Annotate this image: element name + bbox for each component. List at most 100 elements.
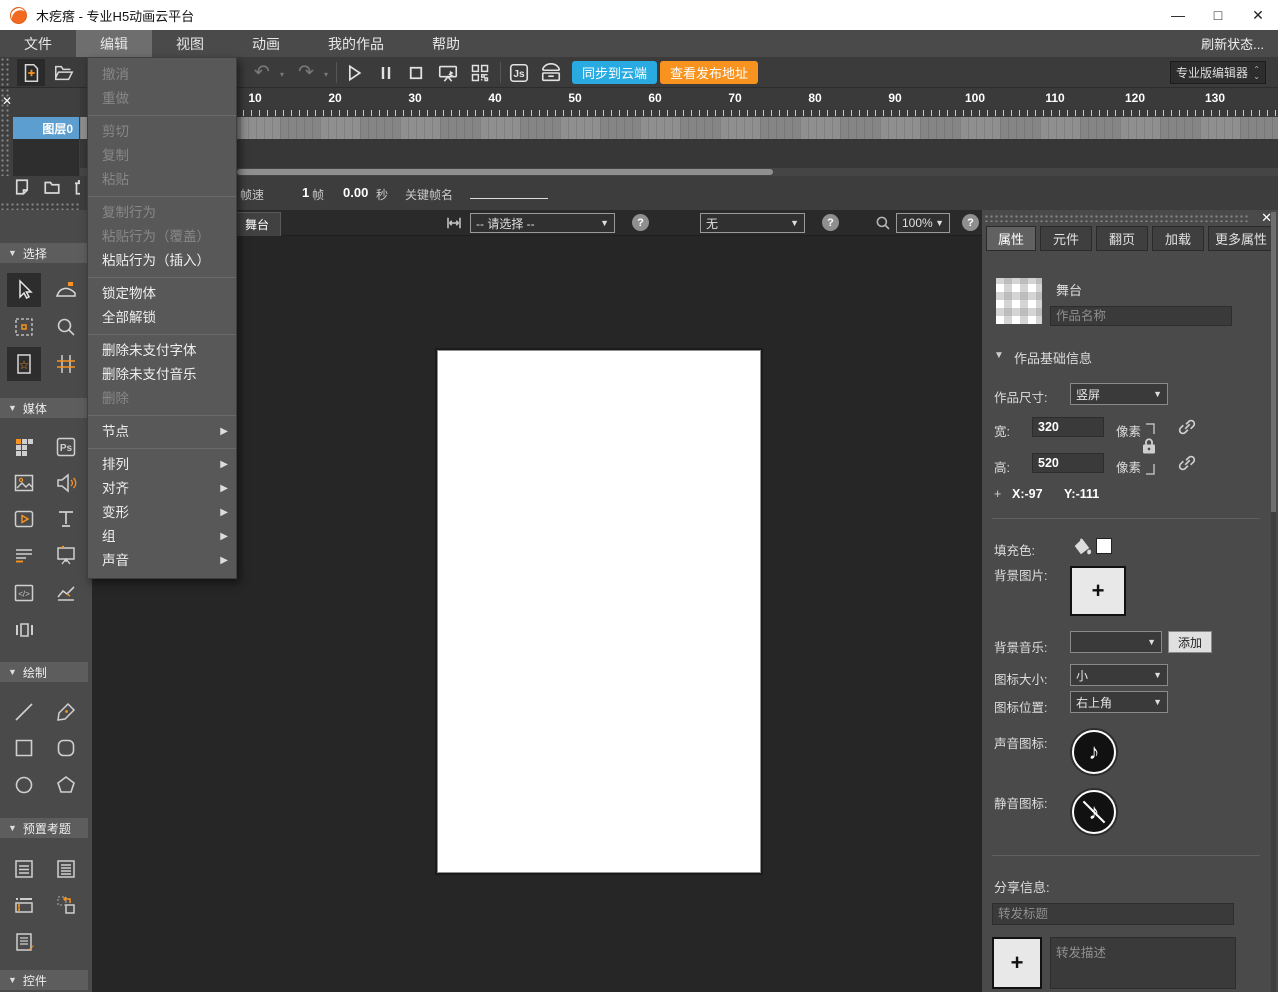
rounded-rect-tool[interactable] (49, 731, 83, 765)
chart-tool[interactable] (49, 576, 83, 610)
work-name-input[interactable] (1050, 306, 1232, 326)
timeline-frames-row[interactable] (80, 117, 1278, 139)
menu-item-copy[interactable]: 复制 (88, 144, 236, 168)
fill-color-swatch[interactable] (1096, 538, 1112, 554)
scene-select[interactable]: -- 请选择 -- ▼ (470, 213, 615, 233)
maximize-button[interactable]: □ (1198, 0, 1238, 30)
expand-position-icon[interactable]: + (994, 487, 1001, 501)
link-icon[interactable] (1176, 416, 1198, 438)
lock-icon[interactable] (1140, 436, 1158, 456)
menu-file[interactable]: 文件 (0, 30, 76, 57)
menu-item-redo[interactable]: 重做 (88, 87, 236, 111)
keyframe-name-input[interactable] (470, 198, 548, 199)
undo-dropdown-icon[interactable]: ▾ (280, 70, 284, 79)
link-icon[interactable] (1176, 452, 1198, 474)
section-preset-questions[interactable]: ▼ 预置考题 (0, 818, 88, 838)
menu-item-paste-behavior-overwrite[interactable]: 粘贴行为（覆盖） (88, 225, 236, 249)
menu-my-works[interactable]: 我的作品 (304, 30, 408, 57)
icon-size-select[interactable]: 小 ▼ (1070, 664, 1168, 686)
qr-code-button[interactable] (466, 59, 494, 86)
menu-item-copy-behavior[interactable]: 复制行为 (88, 201, 236, 225)
polygon-tool[interactable] (49, 768, 83, 802)
add-bg-image-button[interactable]: + (1070, 566, 1126, 616)
line-tool[interactable] (7, 695, 41, 729)
section-media[interactable]: ▼ 媒体 (0, 398, 88, 418)
marquee-tool[interactable] (7, 310, 41, 344)
menu-animation[interactable]: 动画 (228, 30, 304, 57)
new-layer-button[interactable] (13, 178, 31, 196)
preview-button[interactable] (434, 59, 462, 86)
size-select[interactable]: 竖屏 ▼ (1070, 383, 1168, 405)
stage-document[interactable] (437, 350, 761, 873)
paint-bucket-icon[interactable] (1072, 536, 1094, 558)
presentation-tool[interactable] (49, 538, 83, 572)
bg-music-select[interactable]: ▼ (1070, 631, 1162, 653)
menu-item-delete[interactable]: 删除 (88, 387, 236, 411)
minimize-button[interactable]: — (1158, 0, 1198, 30)
layers-list-area[interactable] (13, 139, 79, 179)
section-collapse-icon[interactable]: ▼ (994, 350, 1004, 361)
sync-to-cloud-button[interactable]: 同步到云端 (572, 61, 657, 84)
section-select[interactable]: ▼ 选择 (0, 243, 88, 263)
sound-note-icon[interactable]: ♪ (1072, 730, 1116, 774)
tab-loading[interactable]: 加载 (1152, 226, 1204, 251)
view-publish-url-button[interactable]: 查看发布地址 (660, 61, 758, 84)
menu-item-cut[interactable]: 剪切 (88, 120, 236, 144)
help-icon[interactable]: ? (962, 214, 979, 231)
add-music-button[interactable]: 添加 (1168, 631, 1212, 653)
menu-item-arrange[interactable]: 排列 ▶ (88, 453, 236, 477)
section-controls[interactable]: ▼ 控件 (0, 970, 88, 990)
carousel-tool[interactable] (7, 613, 41, 647)
new-document-button[interactable] (17, 59, 45, 86)
js-editor-button[interactable]: Js (505, 59, 533, 86)
survey-tool[interactable]: ✓ (7, 925, 41, 959)
redo-dropdown-icon[interactable]: ▾ (324, 70, 328, 79)
zoom-select[interactable]: 100% ▼ (896, 213, 950, 233)
open-file-button[interactable] (50, 59, 78, 86)
redo-button[interactable]: ↷ (292, 59, 320, 86)
tab-pages[interactable]: 翻页 (1096, 226, 1148, 251)
image-tool[interactable] (7, 466, 41, 500)
menu-item-group[interactable]: 组 ▶ (88, 525, 236, 549)
help-icon[interactable]: ? (822, 214, 839, 231)
menu-item-undo[interactable]: 撤消 (88, 63, 236, 87)
tab-more[interactable]: 更多属性 (1208, 226, 1274, 251)
height-input[interactable] (1032, 453, 1104, 473)
single-choice-question-tool[interactable] (7, 852, 41, 886)
menu-item-sound[interactable]: 声音 ▶ (88, 549, 236, 573)
menu-item-delete-unpaid-music[interactable]: 删除未支付音乐 (88, 363, 236, 387)
timeline-ruler[interactable]: 10 20 30 40 50 60 70 80 90 100 110 120 1… (228, 88, 1278, 117)
stop-button[interactable] (402, 59, 430, 86)
properties-scrollbar[interactable] (1271, 212, 1276, 992)
text-tool[interactable] (49, 502, 83, 536)
zoom-tool[interactable] (49, 310, 83, 344)
photoshop-import-tool[interactable]: Ps (49, 430, 83, 464)
mute-note-icon[interactable]: ♪ (1072, 790, 1116, 834)
menu-item-node[interactable]: 节点 ▶ (88, 420, 236, 444)
transform-tool[interactable] (49, 273, 83, 307)
menu-item-align[interactable]: 对齐 ▶ (88, 477, 236, 501)
menu-item-unlock-all[interactable]: 全部解锁 (88, 306, 236, 330)
timeline-horizontal-scrollbar[interactable] (80, 168, 1278, 176)
refresh-status[interactable]: 刷新状态... (1201, 30, 1278, 57)
share-desc-textarea[interactable] (1050, 937, 1236, 989)
guides-tool[interactable] (49, 347, 83, 381)
help-icon[interactable]: ? (632, 214, 649, 231)
components-tool[interactable] (7, 430, 41, 464)
menu-help[interactable]: 帮助 (408, 30, 484, 57)
menu-item-transform[interactable]: 变形 ▶ (88, 501, 236, 525)
multi-choice-question-tool[interactable] (49, 852, 83, 886)
library-button[interactable] (537, 59, 565, 86)
layers-panel-close-icon[interactable]: ✕ (2, 94, 12, 108)
icon-pos-select[interactable]: 右上角 ▼ (1070, 691, 1168, 713)
menu-edit[interactable]: 编辑 (76, 30, 152, 57)
new-folder-button[interactable] (43, 178, 61, 196)
undo-button[interactable]: ↶ (248, 59, 276, 86)
editor-mode-select[interactable]: 专业版编辑器 ⌃⌄ (1170, 61, 1266, 84)
scrollbar-thumb[interactable] (237, 169, 773, 175)
paragraph-tool[interactable] (7, 538, 41, 572)
play-button[interactable] (340, 59, 368, 86)
menu-item-paste-behavior-insert[interactable]: 粘贴行为（插入） (88, 249, 236, 273)
audio-tool[interactable] (49, 466, 83, 500)
section-draw[interactable]: ▼ 绘制 (0, 662, 88, 682)
